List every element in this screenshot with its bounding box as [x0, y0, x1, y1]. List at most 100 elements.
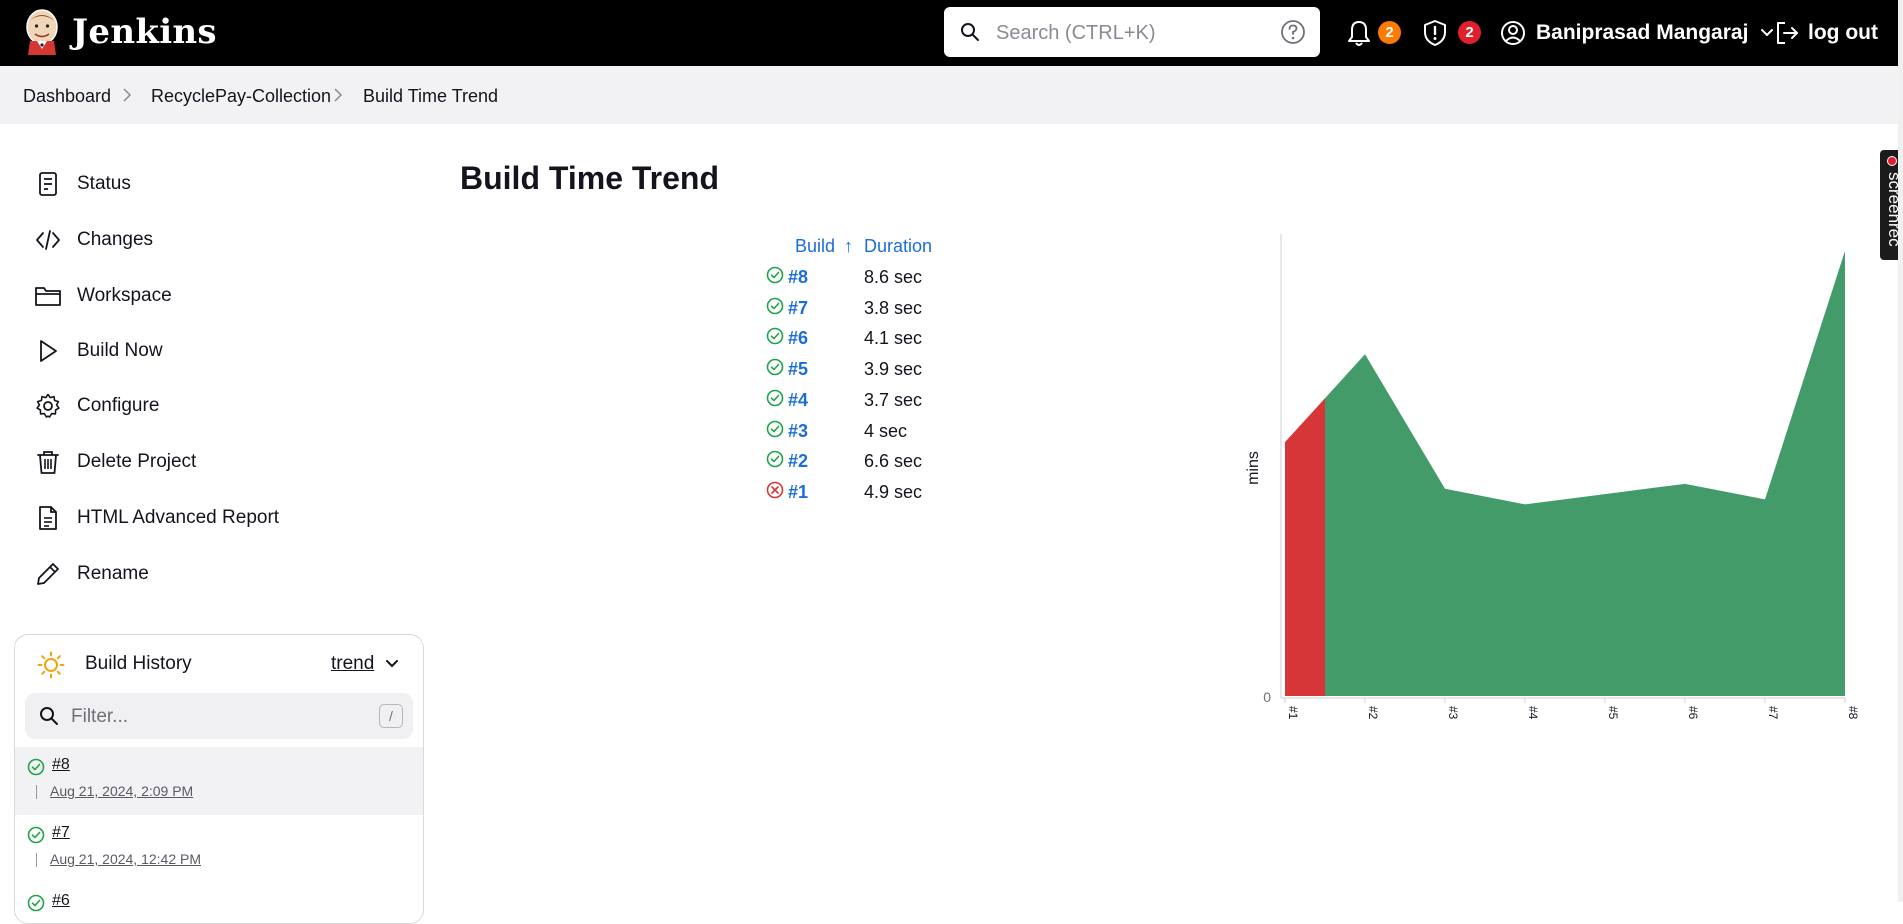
success-check-icon — [27, 758, 45, 776]
task-workspace[interactable]: Workspace — [34, 276, 172, 316]
success-check-icon — [766, 358, 784, 376]
task-label[interactable]: Changes — [77, 229, 153, 251]
breadcrumb-dashboard[interactable]: Dashboard — [23, 86, 111, 107]
page-title: Build Time Trend — [460, 160, 719, 196]
search-box[interactable]: Search (CTRL+K) — [944, 7, 1320, 57]
help-icon[interactable] — [1280, 19, 1306, 45]
build-duration: 8.6 sec — [864, 267, 923, 287]
file-text-icon — [39, 506, 57, 530]
jenkins-home-link[interactable]: Jenkins — [22, 7, 217, 57]
task-label[interactable]: Rename — [77, 563, 149, 585]
task-configure[interactable]: Configure — [34, 386, 159, 426]
x-tick-label: #6 — [1686, 706, 1700, 720]
chevron-down-icon[interactable] — [1760, 28, 1774, 38]
filter-shortcut-key: / — [379, 704, 403, 728]
security-alerts-button[interactable]: 2 — [1422, 14, 1482, 52]
task-html-advanced-report[interactable]: HTML Advanced Report — [34, 498, 279, 538]
success-check-icon — [766, 328, 784, 345]
build-number-link[interactable]: #6 — [788, 328, 808, 349]
gear-icon — [36, 393, 60, 418]
task-rename[interactable]: Rename — [34, 554, 149, 594]
breadcrumb: Dashboard RecyclePay-Collection Build Ti… — [0, 66, 1903, 124]
build-history-row[interactable]: #7 Aug 21, 2024, 12:42 PM — [15, 815, 423, 883]
task-status[interactable]: Status — [34, 164, 131, 204]
jenkins-logo-icon — [26, 9, 58, 55]
build-trend-row: #8 8.6 sec — [764, 264, 964, 294]
sort-ascending-icon[interactable]: ↑ — [844, 236, 853, 257]
build-number-link[interactable]: #4 — [788, 390, 808, 411]
breadcrumb-current-page[interactable]: Build Time Trend — [363, 86, 498, 107]
task-changes[interactable]: Changes — [34, 220, 153, 260]
breadcrumb-project[interactable]: RecyclePay-Collection — [151, 86, 331, 107]
build-date-link[interactable]: Aug 21, 2024, 12:42 PM — [50, 851, 201, 867]
user-name[interactable]: Baniprasad Mangaraj — [1536, 21, 1748, 45]
search-placeholder[interactable]: Search (CTRL+K) — [996, 22, 1156, 45]
build-number-link[interactable]: #1 — [788, 482, 808, 503]
build-number-link[interactable]: #5 — [788, 359, 808, 380]
task-label[interactable]: Build Now — [77, 340, 163, 362]
build-duration: 6.6 sec — [864, 451, 923, 472]
build-date-link[interactable]: Aug 21, 2024, 2:09 PM — [50, 783, 193, 799]
app-name: Jenkins — [72, 12, 217, 52]
x-tick-label: #1 — [1286, 706, 1300, 720]
task-build-now[interactable]: Build Now — [34, 331, 163, 371]
build-history-title: Build History — [85, 653, 192, 674]
success-area — [1325, 250, 1845, 696]
build-history-row[interactable]: #6 — [15, 883, 423, 923]
failure-area — [1285, 398, 1325, 696]
task-delete-project[interactable]: Delete Project — [34, 442, 196, 482]
shield-icon — [1424, 20, 1446, 46]
success-check-icon — [766, 266, 784, 284]
page-scrollbar[interactable] — [1898, 0, 1903, 902]
user-menu[interactable]: Baniprasad Mangaraj — [1500, 14, 1774, 52]
build-number-link[interactable]: #6 — [52, 892, 70, 910]
duration-column-header[interactable]: Duration — [864, 236, 932, 257]
build-number-link[interactable]: #8 — [52, 756, 70, 774]
build-number-link[interactable]: #8 — [788, 267, 808, 288]
build-duration: 4 sec — [864, 420, 908, 441]
success-check-icon — [27, 826, 45, 844]
task-label[interactable]: HTML Advanced Report — [77, 507, 279, 529]
chevron-right-icon — [334, 88, 343, 102]
security-badge: 2 — [1458, 21, 1481, 44]
build-trend-row: #4 3.7 sec — [764, 387, 964, 417]
build-duration: 3.9 sec — [864, 359, 923, 380]
build-duration: 4.9 sec — [864, 481, 923, 502]
trend-link[interactable]: trend — [331, 653, 374, 675]
success-check-icon — [766, 420, 784, 437]
task-label[interactable]: Delete Project — [77, 451, 196, 473]
filter-placeholder[interactable]: Filter... — [71, 706, 128, 728]
logout-link[interactable]: log out — [1774, 14, 1878, 52]
build-history-panel: Build History trend Filter... / #8 Aug 2… — [14, 634, 424, 924]
build-number-link[interactable]: #2 — [788, 451, 808, 472]
task-label[interactable]: Status — [77, 173, 131, 195]
task-label[interactable]: Workspace — [77, 285, 172, 307]
sun-weather-icon — [37, 651, 65, 679]
bell-icon — [1348, 21, 1370, 46]
x-tick-label: #4 — [1526, 706, 1540, 720]
record-dot-icon — [1887, 156, 1897, 166]
build-number-link[interactable]: #7 — [788, 298, 808, 319]
build-filter-field[interactable]: Filter... / — [25, 693, 413, 739]
failure-x-icon — [766, 481, 784, 499]
y-tick-label: 0 — [1263, 689, 1271, 705]
chevron-right-icon — [123, 88, 132, 102]
notifications-button[interactable]: 2 — [1346, 14, 1406, 52]
build-trend-row: #2 6.6 sec — [764, 448, 964, 478]
task-label[interactable]: Configure — [77, 395, 159, 417]
chevron-down-icon[interactable] — [385, 659, 399, 669]
logout-label[interactable]: log out — [1808, 21, 1878, 45]
success-check-icon — [27, 894, 45, 912]
build-trend-row: #5 3.9 sec — [764, 356, 964, 386]
success-check-icon — [766, 297, 784, 314]
build-duration: 4.1 sec — [864, 328, 923, 349]
build-number-link[interactable]: #3 — [788, 421, 808, 442]
build-number-link[interactable]: #7 — [52, 824, 70, 842]
notifications-badge: 2 — [1378, 21, 1401, 44]
build-column-header[interactable]: Build — [795, 236, 835, 257]
build-history-row[interactable]: #8 Aug 21, 2024, 2:09 PM — [15, 747, 423, 815]
build-trend-row: #6 4.1 sec — [764, 325, 964, 355]
top-navigation-bar: Jenkins Search (CTRL+K) 2 2 Baniprasad M… — [0, 0, 1903, 66]
build-trend-row: #7 3.8 sec — [764, 295, 964, 325]
folder-icon — [35, 287, 61, 306]
